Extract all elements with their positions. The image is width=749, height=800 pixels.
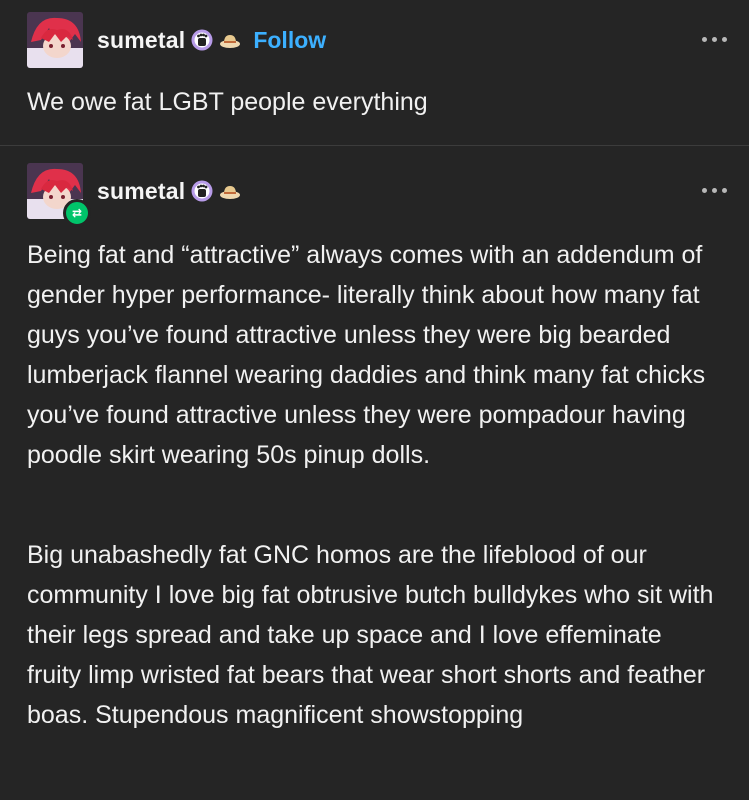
more-options-icon[interactable]	[702, 188, 727, 193]
reblog-header: ⇄ sumetal	[27, 163, 241, 227]
original-post-header: sumetal Follow	[27, 12, 326, 68]
username[interactable]: sumetal	[97, 178, 185, 205]
reblog-paragraph-1: Being fat and “attractive” always comes …	[27, 241, 706, 469]
avatar[interactable]	[27, 12, 83, 68]
original-post-text: We owe fat LGBT people everything	[27, 88, 428, 116]
paw-badge-icon	[191, 29, 213, 51]
username[interactable]: sumetal	[97, 27, 185, 54]
hat-badge-icon	[219, 29, 241, 51]
avatar[interactable]: ⇄	[27, 163, 91, 227]
reblog-icon: ⇄	[63, 199, 91, 227]
reblog-paragraph-2: Big unabashedly fat GNC homos are the li…	[27, 541, 714, 729]
divider	[0, 145, 749, 146]
hat-badge-icon	[219, 180, 241, 202]
follow-button[interactable]: Follow	[253, 27, 326, 54]
paw-badge-icon	[191, 180, 213, 202]
more-options-icon[interactable]	[702, 37, 727, 42]
